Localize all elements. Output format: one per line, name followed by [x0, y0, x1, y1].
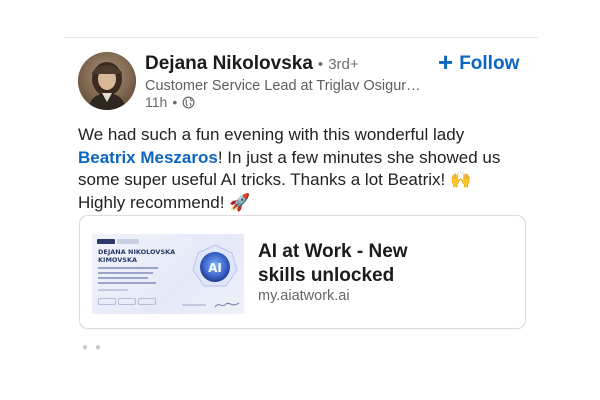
author-name[interactable]: Dejana Nikolovska	[145, 53, 313, 75]
post-text-start: We had such a fun evening with this wond…	[78, 125, 465, 144]
post-body: We had such a fun evening with this wond…	[78, 124, 518, 214]
ai-badge-icon: AI	[192, 244, 238, 287]
link-preview-url: my.aiatwork.ai	[258, 288, 350, 304]
avatar-photo	[78, 52, 136, 110]
globe-icon	[182, 96, 195, 109]
post-meta: 11h •	[145, 94, 195, 110]
thumbnail-person-name-2: KIMOVSKA	[98, 256, 138, 264]
author-name-row: Dejana Nikolovska • 3rd+	[145, 53, 359, 75]
signature-mark	[214, 302, 240, 308]
feed-post: Dejana Nikolovska • 3rd+ Customer Servic…	[0, 0, 600, 400]
reactions-placeholder: ● ●	[82, 342, 103, 353]
post-time: 11h	[145, 94, 168, 110]
meta-separator: •	[172, 94, 178, 110]
author-headline: Customer Service Lead at Triglav Osigur…	[145, 78, 421, 94]
follow-label: Follow	[459, 52, 520, 74]
mention-link[interactable]: Beatrix Meszaros	[78, 148, 218, 167]
svg-text:AI: AI	[208, 261, 222, 275]
author-avatar[interactable]	[78, 52, 136, 110]
connection-degree: 3rd+	[328, 56, 359, 73]
link-preview-title[interactable]: AI at Work - New skills unlocked	[258, 240, 458, 288]
thumbnail-person-name: DEJANA NIKOLOVSKA	[98, 248, 176, 256]
degree-separator: •	[317, 56, 324, 73]
plus-icon: +	[438, 47, 454, 77]
follow-button[interactable]: + Follow	[438, 47, 520, 77]
link-preview-thumbnail: DEJANA NIKOLOVSKA KIMOVSKA AI	[92, 234, 244, 314]
